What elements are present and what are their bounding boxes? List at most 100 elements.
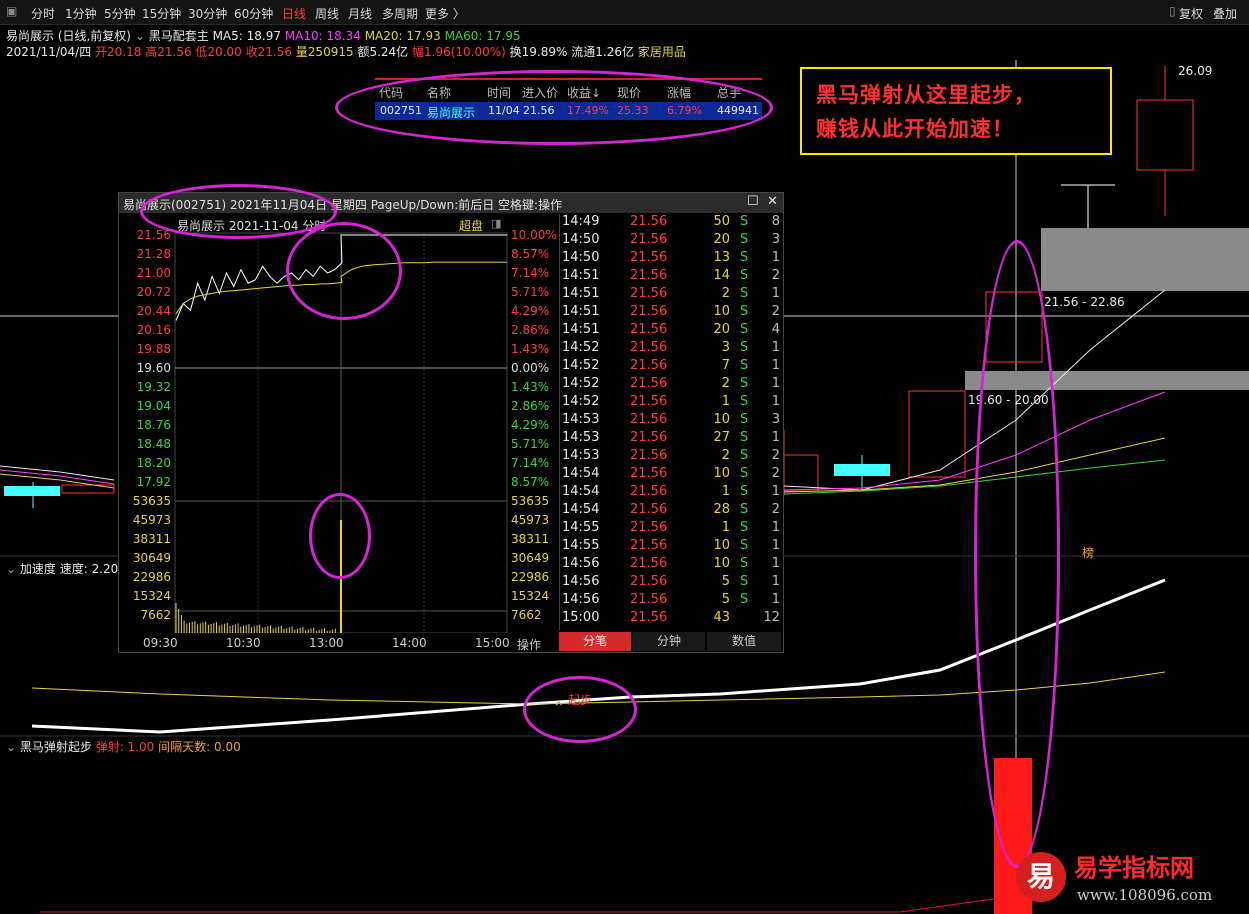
- tick-cell: 2: [771, 304, 780, 319]
- annotation-ring-limitup: [286, 222, 402, 320]
- indicator1-name[interactable]: 加速度: [20, 562, 56, 576]
- table-row[interactable]: 14:56 21.56 5 S 1: [560, 592, 782, 610]
- table-row[interactable]: 14:54 21.56 10 S 2: [560, 466, 782, 484]
- pct-tick: 4.29%: [511, 418, 550, 432]
- table-row[interactable]: 14:54 21.56 1 S 1: [560, 484, 782, 502]
- indicator2-dropdown-icon[interactable]: ⌄: [6, 740, 16, 754]
- indicator1-dropdown-icon[interactable]: ⌄: [6, 562, 16, 576]
- tick-cell: 2: [771, 268, 780, 283]
- tick-cell: 1: [721, 484, 730, 499]
- tick-cell: 1: [771, 286, 780, 301]
- tick-cell: S: [740, 394, 749, 409]
- price-tick: 17.92: [136, 475, 171, 489]
- volume-tick: 45973: [132, 513, 171, 527]
- tick-cell: S: [740, 358, 749, 373]
- table-row[interactable]: 14:52 21.56 2 S 1: [560, 376, 782, 394]
- table-row[interactable]: 14:49 21.56 50 S 8: [560, 214, 782, 232]
- tick-cell: S: [740, 538, 749, 553]
- table-row[interactable]: 15:00 21.56 43 12: [560, 610, 782, 628]
- indicator1-value: 速度: 2.20: [59, 562, 119, 576]
- pct-tick: 10.00%: [511, 228, 557, 242]
- tick-cell: 14:49: [562, 214, 600, 229]
- table-row[interactable]: 14:56 21.56 5 S 1: [560, 574, 782, 592]
- table-row[interactable]: 14:53 21.56 2 S 2: [560, 448, 782, 466]
- annotation-ring-volume: [309, 493, 371, 579]
- close-icon[interactable]: ✕: [767, 194, 778, 209]
- table-row[interactable]: 14:50 21.56 13 S 1: [560, 250, 782, 268]
- price-tick: 21.56: [136, 228, 171, 242]
- price-tick: 21.28: [136, 247, 171, 261]
- table-row[interactable]: 14:55 21.56 1 S 1: [560, 520, 782, 538]
- tick-cell: 10: [713, 466, 730, 481]
- table-row[interactable]: 14:52 21.56 3 S 1: [560, 340, 782, 358]
- pct-tick: 7.14%: [511, 456, 550, 470]
- table-row[interactable]: 14:51 21.56 14 S 2: [560, 268, 782, 286]
- tick-cell: 14:52: [562, 358, 600, 373]
- tick-cell: 14:52: [562, 340, 600, 355]
- time-tick: 14:00: [392, 636, 427, 650]
- price-high-label: 26.09: [1178, 64, 1213, 78]
- resistance-box: [1041, 228, 1249, 291]
- price-tick: 18.48: [136, 437, 171, 451]
- tick-cell: 10: [713, 412, 730, 427]
- tick-cell: 21.56: [630, 430, 668, 445]
- rank-badge[interactable]: 榜: [1082, 544, 1094, 561]
- tick-cell: 14:55: [562, 538, 600, 553]
- tick-cell: 21.56: [630, 322, 668, 337]
- price-tick: 20.16: [136, 323, 171, 337]
- volume-tick: 22986: [511, 570, 550, 584]
- maximize-icon[interactable]: ☐: [747, 194, 759, 209]
- table-row[interactable]: 14:53 21.56 10 S 3: [560, 412, 782, 430]
- table-row[interactable]: 14:53 21.56 27 S 1: [560, 430, 782, 448]
- volume-tick: 15324: [511, 589, 550, 603]
- tab-minutes[interactable]: 分钟: [633, 632, 705, 651]
- tick-cell: 2: [771, 448, 780, 463]
- table-row[interactable]: 14:52 21.56 7 S 1: [560, 358, 782, 376]
- tick-cell: S: [740, 412, 749, 427]
- indicator2-gap: 间隔天数: 0.00: [158, 740, 241, 754]
- tick-cell: 1: [771, 592, 780, 607]
- table-row[interactable]: 14:56 21.56 10 S 1: [560, 556, 782, 574]
- intraday-popup[interactable]: 易尚展示(002751) 2021年11月04日 星期四 PageUp/Down…: [118, 192, 784, 653]
- tick-cell: 14:51: [562, 322, 600, 337]
- tick-cell: 2: [771, 466, 780, 481]
- tick-cell: 15:00: [562, 610, 600, 625]
- tick-cell: 14:54: [562, 502, 600, 517]
- table-row[interactable]: 14:54 21.56 28 S 2: [560, 502, 782, 520]
- pct-tick: 5.71%: [511, 437, 550, 451]
- resistance-label: 21.56 - 22.86: [1044, 295, 1125, 309]
- table-row[interactable]: 14:55 21.56 10 S 1: [560, 538, 782, 556]
- ops-button[interactable]: 操作: [517, 636, 541, 653]
- tick-cell: S: [740, 520, 749, 535]
- tick-cell: 2: [771, 502, 780, 517]
- table-row[interactable]: 14:51 21.56 20 S 4: [560, 322, 782, 340]
- tab-values[interactable]: 数值: [707, 632, 781, 651]
- tick-cell: 1: [771, 376, 780, 391]
- tick-cell: 2: [721, 286, 730, 301]
- tick-cell: 21.56: [630, 340, 668, 355]
- tick-cell: S: [740, 430, 749, 445]
- tick-cell: S: [740, 286, 749, 301]
- tick-cell: 20: [713, 322, 730, 337]
- table-row[interactable]: 14:51 21.56 10 S 2: [560, 304, 782, 322]
- volume-tick: 7662: [511, 608, 542, 622]
- tick-cell: 1: [771, 358, 780, 373]
- tick-cell: S: [740, 214, 749, 229]
- pct-tick: 5.71%: [511, 285, 550, 299]
- tab-trades[interactable]: 分笔: [559, 632, 631, 651]
- tick-cell: 21.56: [630, 448, 668, 463]
- tick-cell: 21.56: [630, 232, 668, 247]
- pct-tick: 1.43%: [511, 342, 550, 356]
- promo-line-2: 赚钱从此开始加速！: [816, 116, 1014, 141]
- table-row[interactable]: 14:52 21.56 1 S 1: [560, 394, 782, 412]
- table-row[interactable]: 14:51 21.56 2 S 1: [560, 286, 782, 304]
- pct-tick: 8.57%: [511, 247, 550, 261]
- tick-cell: 20: [713, 232, 730, 247]
- tick-cell: 21.56: [630, 538, 668, 553]
- tick-cell: 5: [721, 574, 730, 589]
- tick-cell: 21.56: [630, 286, 668, 301]
- tick-cell: 21.56: [630, 358, 668, 373]
- tick-cell: 21.56: [630, 502, 668, 517]
- table-row[interactable]: 14:50 21.56 20 S 3: [560, 232, 782, 250]
- indicator2-name[interactable]: 黑马弹射起步: [20, 740, 92, 754]
